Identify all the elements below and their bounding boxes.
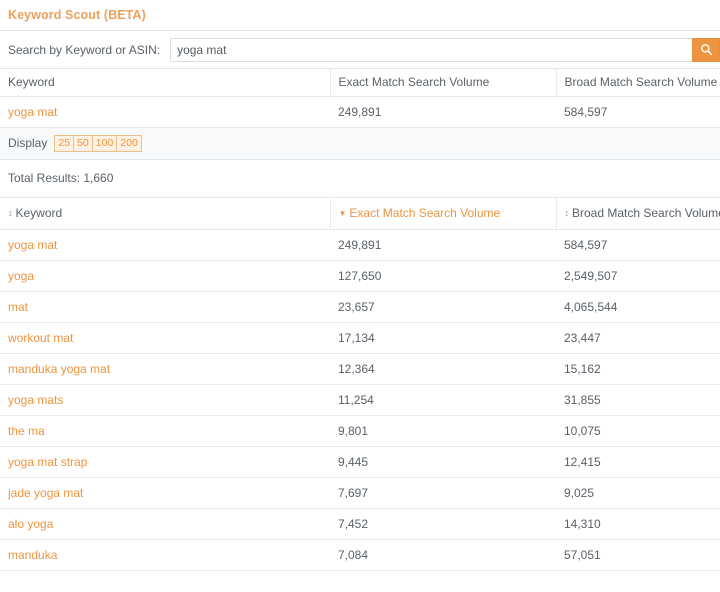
results-col-keyword-sort[interactable]: ↕ Keyword: [0, 197, 330, 230]
cell-broad: 584,597: [556, 229, 720, 261]
summary-col-keyword: Keyword: [0, 69, 330, 97]
keyword-link[interactable]: jade yoga mat: [8, 486, 83, 500]
cell-exact: 23,657: [330, 291, 556, 323]
cell-exact: 7,084: [330, 539, 556, 571]
cell-exact: 249,891: [330, 229, 556, 261]
keyword-link[interactable]: manduka: [8, 548, 57, 562]
keyword-link[interactable]: mat: [8, 300, 28, 314]
summary-table-header-row: Keyword Exact Match Search Volume Broad …: [0, 69, 720, 97]
results-table-body: yoga mat 249,891 584,597 yoga 127,650 2,…: [0, 229, 720, 592]
cell-keyword: alo yoga: [0, 508, 330, 540]
cell-broad: 9,025: [556, 477, 720, 509]
cell-broad: 31,855: [556, 384, 720, 416]
page-title: Keyword Scout (BETA): [8, 8, 146, 22]
table-row: yoga mat 249,891 584,597: [0, 229, 720, 261]
keyword-link[interactable]: manduka yoga mat: [8, 362, 110, 376]
table-row: alo yoga 7,452 14,310: [0, 508, 720, 540]
cell-keyword: mat: [0, 291, 330, 323]
sort-both-icon: ↕: [8, 208, 13, 219]
keyword-scout-page: Keyword Scout (BETA) Search by Keyword o…: [0, 0, 720, 592]
summary-cell-keyword: yoga mat: [0, 96, 330, 128]
cell-exact: 127,650: [330, 260, 556, 292]
keyword-link[interactable]: yoga mat strap: [8, 455, 87, 469]
keyword-link[interactable]: yoga mat: [8, 238, 57, 252]
display-label: Display: [8, 136, 48, 150]
page-size-50[interactable]: 50: [73, 134, 92, 152]
page-size-200[interactable]: 200: [116, 134, 142, 152]
keyword-link[interactable]: yoga mat: [8, 105, 57, 119]
search-label: Search by Keyword or ASIN:: [8, 42, 161, 57]
search-input[interactable]: [170, 37, 692, 62]
page-size-100[interactable]: 100: [91, 134, 117, 152]
summary-table: Keyword Exact Match Search Volume Broad …: [0, 69, 720, 128]
keyword-link[interactable]: workout mat: [8, 331, 73, 345]
cell-exact: 11,254: [330, 384, 556, 416]
table-row: mat 23,657 4,065,544: [0, 291, 720, 323]
page-header: Keyword Scout (BETA): [0, 0, 720, 31]
keyword-link[interactable]: alo yoga: [8, 517, 53, 531]
cell-broad: [556, 570, 720, 592]
search-bar: Search by Keyword or ASIN:: [0, 31, 720, 69]
table-row: manduka yoga mat 12,364 15,162: [0, 353, 720, 385]
search-button[interactable]: [692, 37, 720, 62]
results-table-header-row: ↕ Keyword ▼ Exact Match Search Volume ↕ Bro…: [0, 197, 720, 230]
cell-broad: 4,065,544: [556, 291, 720, 323]
cell-exact: 17,134: [330, 322, 556, 354]
cell-keyword: jade yoga mat: [0, 477, 330, 509]
cell-exact: 9,445: [330, 446, 556, 478]
cell-keyword: workout mat: [0, 322, 330, 354]
page-size-25[interactable]: 25: [54, 134, 74, 152]
cell-keyword: manduka: [0, 539, 330, 571]
table-row: yoga mat strap 9,445 12,415: [0, 446, 720, 478]
summary-cell-exact: 249,891: [330, 96, 556, 128]
cell-broad: 12,415: [556, 446, 720, 478]
results-col-keyword-label: Keyword: [15, 206, 63, 221]
total-results-bar: Total Results: 1,660: [0, 159, 720, 198]
cell-keyword: [0, 570, 330, 592]
cell-broad: 23,447: [556, 322, 720, 354]
cell-broad: 10,075: [556, 415, 720, 447]
cell-keyword: yoga mats: [0, 384, 330, 416]
results-col-exact-sort[interactable]: ▼ Exact Match Search Volume: [329, 197, 556, 230]
cell-exact: 9,801: [330, 415, 556, 447]
table-row: manduka 7,084 57,051: [0, 539, 720, 571]
results-col-broad-label: Broad Match Search Volume: [572, 206, 720, 221]
table-row: yoga 127,650 2,549,507: [0, 260, 720, 292]
cell-exact: 7,452: [330, 508, 556, 540]
table-row: yoga mat 249,891 584,597: [0, 96, 720, 128]
table-row: jade yoga mat 7,697 9,025: [0, 477, 720, 509]
table-row: yoga mats 11,254 31,855: [0, 384, 720, 416]
cell-exact: 7,697: [330, 477, 556, 509]
summary-col-broad: Broad Match Search Volume: [555, 69, 720, 97]
keyword-link[interactable]: the ma: [8, 424, 45, 438]
cell-keyword: the ma: [0, 415, 330, 447]
table-row: workout mat 17,134 23,447: [0, 322, 720, 354]
cell-broad: 2,549,507: [556, 260, 720, 292]
cell-broad: 14,310: [556, 508, 720, 540]
cell-exact: [330, 570, 556, 592]
summary-col-exact: Exact Match Search Volume: [329, 69, 556, 97]
sort-desc-icon: ▼: [338, 209, 347, 219]
cell-keyword: manduka yoga mat: [0, 353, 330, 385]
table-row-partial: [0, 570, 720, 592]
cell-exact: 12,364: [330, 353, 556, 385]
summary-cell-broad: 584,597: [556, 96, 720, 128]
search-field-group: [170, 37, 720, 62]
sort-both-icon: ↕: [564, 208, 570, 219]
cell-broad: 15,162: [556, 353, 720, 385]
keyword-link[interactable]: yoga mats: [8, 393, 63, 407]
search-icon: [700, 43, 713, 56]
cell-keyword: yoga mat strap: [0, 446, 330, 478]
results-col-broad-sort[interactable]: ↕ Broad Match Search Volume: [555, 197, 720, 230]
table-row: the ma 9,801 10,075: [0, 415, 720, 447]
page-size-group: 25 50 100 200: [54, 134, 142, 152]
cell-keyword: yoga: [0, 260, 330, 292]
results-col-exact-label: Exact Match Search Volume: [349, 206, 501, 221]
display-bar: Display 25 50 100 200: [0, 127, 720, 160]
cell-broad: 57,051: [556, 539, 720, 571]
cell-keyword: yoga mat: [0, 229, 330, 261]
results-table: ↕ Keyword ▼ Exact Match Search Volume ↕ Bro…: [0, 197, 720, 592]
keyword-link[interactable]: yoga: [8, 269, 34, 283]
total-results-label: Total Results: 1,660: [8, 171, 114, 185]
